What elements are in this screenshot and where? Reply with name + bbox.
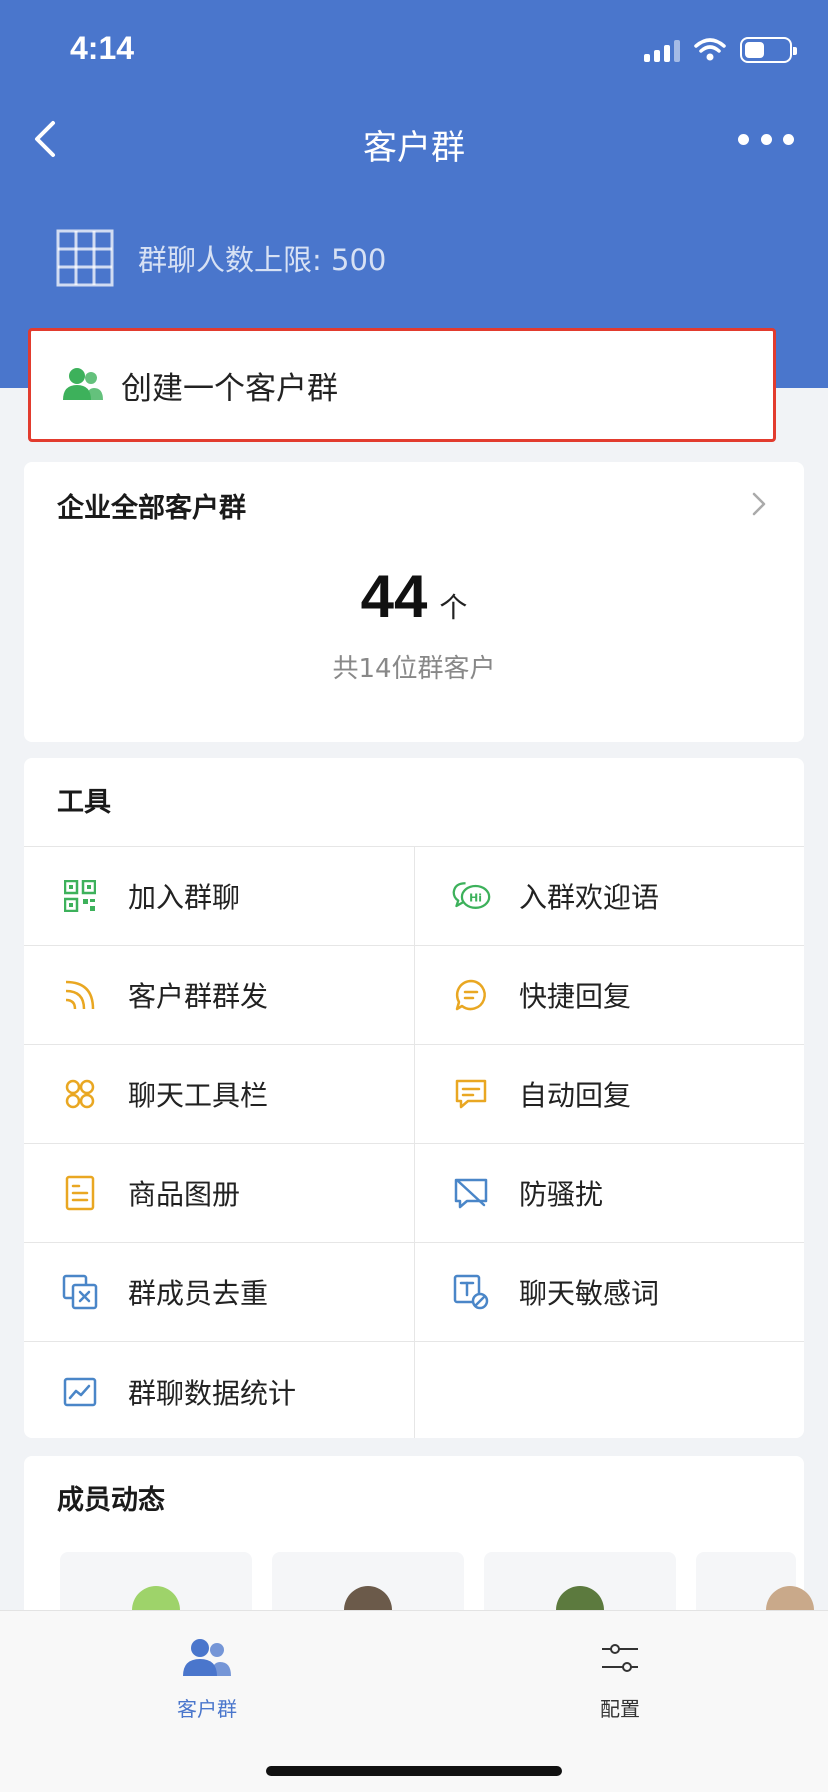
tool-row: 群成员去重 聊天敏感词	[24, 1243, 804, 1342]
stats-icon	[63, 1377, 97, 1406]
svg-text:Hi: Hi	[469, 891, 482, 904]
status-bar: 4:14	[0, 0, 828, 100]
sliders-icon	[602, 1644, 638, 1672]
sensitive-word-icon	[453, 1274, 489, 1310]
tool-label: 快捷回复	[519, 980, 632, 1013]
tool-label: 聊天敏感词	[519, 1277, 660, 1310]
tool-row: 客户群群发 快捷回复	[24, 946, 804, 1045]
qr-code-icon	[64, 880, 96, 912]
tools-grid: 加入群聊 Hi 入群欢迎语 客户群群发 快捷回复 聊天工具栏 自动回复 商品图册…	[24, 846, 804, 1438]
group-count-unit: 个	[439, 591, 468, 624]
tool-label: 自动回复	[519, 1079, 632, 1112]
tab-label: 配置	[600, 1697, 640, 1721]
create-group-button[interactable]: 创建一个客户群	[28, 328, 776, 442]
tool-label: 入群欢迎语	[519, 881, 660, 914]
quick-reply-icon	[455, 979, 486, 1011]
tool-group-stats[interactable]: 群聊数据统计	[24, 1342, 414, 1438]
grid-icon	[56, 229, 114, 287]
tools-card: 工具 加入群聊 Hi 入群欢迎语 客户群群发 快捷回复 聊天工具栏 自动回复 商…	[24, 758, 804, 1438]
tool-quick-reply[interactable]: 快捷回复	[414, 946, 804, 1044]
tool-label: 客户群群发	[128, 980, 269, 1013]
tool-chat-toolbar[interactable]: 聊天工具栏	[24, 1045, 414, 1143]
tool-row: 聊天工具栏 自动回复	[24, 1045, 804, 1144]
group-customer-count: 共14位群客户	[332, 654, 496, 684]
hi-chat-icon: Hi	[452, 882, 491, 909]
tool-label: 群成员去重	[128, 1277, 269, 1310]
tab-label: 客户群	[177, 1697, 237, 1721]
nav-bar: 客户群	[0, 100, 828, 180]
tool-member-dedupe[interactable]: 群成员去重	[24, 1243, 414, 1341]
toolbar-icon	[65, 1079, 95, 1109]
member-activity-title: 成员动态	[57, 1485, 165, 1516]
anti-harass-icon	[454, 1178, 488, 1209]
tab-customer-groups[interactable]: 客户群	[107, 1633, 307, 1722]
tab-bar: 客户群 配置	[0, 1610, 828, 1792]
more-dot	[738, 133, 749, 145]
chevron-right-icon	[752, 492, 766, 516]
tool-join-group[interactable]: 加入群聊	[24, 847, 414, 945]
tools-title: 工具	[57, 787, 111, 818]
add-group-icon	[63, 368, 103, 400]
tool-label: 加入群聊	[128, 881, 241, 914]
all-groups-card[interactable]: 企业全部客户群 44 个 共14位群客户	[24, 462, 804, 742]
group-count: 44 个	[24, 562, 804, 631]
tool-sensitive-words[interactable]: 聊天敏感词	[414, 1243, 804, 1341]
group-count-number: 44	[360, 563, 428, 630]
tool-label: 商品图册	[128, 1178, 241, 1211]
cellular-signal-icon	[644, 38, 680, 62]
all-groups-title: 企业全部客户群	[57, 493, 246, 524]
home-indicator[interactable]	[266, 1766, 562, 1776]
wifi-icon	[694, 38, 726, 61]
group-limit-text: 群聊人数上限: 500	[138, 243, 387, 277]
tool-row: 群聊数据统计	[24, 1342, 804, 1438]
tool-auto-reply[interactable]: 自动回复	[414, 1045, 804, 1143]
people-icon	[183, 1639, 231, 1676]
page-title: 客户群	[363, 128, 465, 168]
tool-group-broadcast[interactable]: 客户群群发	[24, 946, 414, 1044]
create-group-label: 创建一个客户群	[121, 370, 338, 407]
tool-row: 加入群聊 Hi 入群欢迎语	[24, 847, 804, 946]
tool-row: 商品图册 防骚扰	[24, 1144, 804, 1243]
broadcast-icon	[65, 980, 95, 1010]
status-icons	[644, 36, 797, 64]
more-dot	[760, 133, 772, 145]
catalog-icon	[65, 1175, 95, 1211]
tool-empty-cell	[414, 1342, 804, 1438]
more-dot	[783, 133, 794, 145]
tool-label: 防骚扰	[519, 1178, 604, 1211]
tool-product-catalog[interactable]: 商品图册	[24, 1144, 414, 1242]
status-time: 4:14	[70, 30, 135, 66]
group-limit-row: 群聊人数上限: 500	[56, 229, 387, 287]
auto-reply-icon	[455, 1079, 487, 1109]
tool-label: 聊天工具栏	[128, 1079, 269, 1112]
more-button[interactable]	[738, 124, 794, 154]
tool-label: 群聊数据统计	[128, 1376, 297, 1410]
dedupe-icon	[62, 1274, 98, 1310]
tool-anti-harassment[interactable]: 防骚扰	[414, 1144, 804, 1242]
tool-welcome-message[interactable]: Hi 入群欢迎语	[414, 847, 804, 945]
tab-settings[interactable]: 配置	[520, 1633, 720, 1722]
battery-icon	[740, 37, 797, 63]
